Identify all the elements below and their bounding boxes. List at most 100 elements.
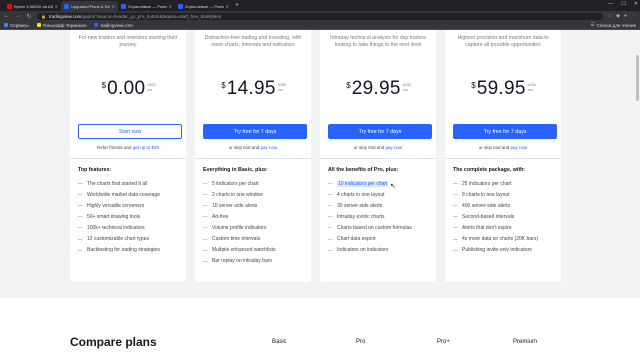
check-icon: — (328, 203, 333, 209)
forward-icon[interactable]: → (15, 13, 21, 19)
check-icon: — (453, 181, 458, 187)
try-free-button[interactable]: Try free for 7 days (453, 124, 557, 139)
features-list: — The charts that started it all — Worldwi… (78, 178, 182, 256)
check-icon: — (453, 225, 458, 231)
pay-now-link[interactable]: pay now (261, 145, 278, 150)
check-icon: — (78, 192, 83, 198)
back-icon[interactable]: ← (4, 13, 10, 19)
bookmark-tradingview[interactable]: tradingview.com (94, 23, 133, 28)
feature-item: — Second-based intervals (453, 213, 515, 220)
feature-item: — Multiple enhanced watchlists (203, 247, 276, 254)
check-icon: — (328, 225, 333, 231)
features-title: Everything in Basic, plus: (203, 167, 268, 173)
tradingview-icon (64, 3, 69, 9)
feature-item: —2 charts in one window (203, 191, 263, 198)
check-icon: — (203, 192, 208, 198)
try-free-button[interactable]: Try free for 7 days (203, 124, 307, 139)
browser-toolbar: ← → ↻ 🔒 tradingview.com/gopro/?source=he… (0, 11, 640, 21)
bookmark-tinkoff[interactable]: Тинькофф Терминал (36, 23, 86, 28)
star-icon[interactable]: ☆ (608, 13, 612, 19)
feature-item: —50+ smart drawing tools (78, 213, 141, 220)
reload-icon[interactable]: ↻ (26, 13, 32, 20)
feature-item: — Alerts that don't expire (453, 224, 512, 231)
check-icon: — (203, 203, 208, 209)
maximize-icon[interactable]: ☐ (621, 1, 625, 7)
plan-subtext: or skip trial and pay now (353, 145, 403, 150)
tab-title: Upgraded Plans & Extra Featur… (71, 3, 110, 9)
check-icon: — (78, 225, 83, 231)
compare-col-basic: Basic (272, 339, 287, 345)
compare-col-pro-plus: Pro+ (437, 339, 450, 345)
youtube-icon (7, 3, 12, 9)
divider (445, 158, 561, 159)
tab-title: Ryzen 5 5600X на ASUS Z170 … (14, 3, 53, 9)
mouse-cursor-icon: ↖ (390, 183, 396, 190)
features-title: All the benefits of Pro, plus: (328, 167, 399, 173)
page-scrollbar[interactable] (636, 31, 639, 359)
features-list: —25 indicators per chart —8 charts in on… (453, 178, 557, 256)
check-icon: — (78, 236, 83, 242)
plan-description: Distraction-free trading and investing, … (204, 35, 302, 48)
reading-list[interactable]: ☰ Список для чтения (590, 22, 636, 28)
browser-tab[interactable]: Отраслевые — Рынок акций — ЕС ✕ (175, 1, 232, 11)
plan-description: Highest precision and maximum data to ca… (457, 35, 549, 48)
bookmark-services[interactable]: Сервисы (4, 23, 29, 28)
check-icon: — (203, 258, 208, 264)
bookmarks-bar: Сервисы Тинькофф Терминал tradingview.co… (0, 21, 640, 30)
menu-icon[interactable]: ⋮ (631, 13, 636, 19)
feature-item: —4 charts in one layout (328, 191, 385, 198)
close-icon[interactable]: ✕ (226, 4, 229, 9)
check-icon: — (203, 225, 208, 231)
divider (70, 158, 186, 159)
plan-price: $ 59.95 USD/ mo (471, 78, 537, 99)
check-icon: — (328, 236, 333, 242)
profile-icon[interactable]: ● (624, 13, 627, 19)
features-title: Top features: (78, 167, 112, 173)
feature-item: — Worldwide market data coverage (78, 191, 160, 198)
check-icon: — (78, 247, 83, 253)
pay-now-link[interactable]: pay now (511, 145, 528, 150)
browser-tab[interactable]: Отраслевые — Рынок акций — ЕС ✕ (118, 1, 175, 11)
apps-icon (4, 23, 8, 27)
tab-title: Отраслевые — Рынок акций — ЕС (128, 3, 167, 9)
referral-link[interactable]: get up to $30 (133, 145, 159, 150)
close-icon[interactable]: ✕ (112, 4, 115, 9)
check-icon: — (328, 247, 333, 253)
feature-item: —100k+ technical indicators (78, 224, 145, 231)
new-tab-icon[interactable]: + (235, 1, 239, 11)
minimize-icon[interactable]: — (608, 1, 613, 7)
tab-title: Отраслевые — Рынок акций — ЕС (185, 3, 224, 9)
lock-icon: 🔒 (41, 13, 46, 19)
tradingview-icon (121, 3, 126, 9)
plan-card-pro-plus: Intraday technical analysis for day trad… (320, 30, 436, 282)
feature-item: — Backtesting for trading strategies (78, 247, 160, 254)
plan-description: Intraday technical analysis for day trad… (330, 35, 426, 48)
divider (320, 158, 436, 159)
plan-subtext: Refer friends and get up to $30 (96, 145, 160, 150)
check-icon: — (453, 214, 458, 220)
check-icon: — (203, 181, 208, 187)
feature-item: — Highly versatile screeners (78, 202, 145, 209)
check-icon: — (78, 203, 83, 209)
toolbar-actions: ☆ ◆ ● ⋮ (608, 13, 636, 19)
close-icon[interactable]: ✕ (169, 4, 172, 9)
feature-item: — Volume profile indicators (203, 224, 267, 231)
start-now-button[interactable]: Start now (78, 124, 182, 139)
compare-col-premium: Premium (513, 339, 538, 345)
compare-section (0, 298, 640, 360)
browser-tab-active[interactable]: Upgraded Plans & Extra Featur… ✕ (61, 1, 118, 11)
feature-item: — The charts that started it all (78, 180, 148, 187)
extensions-icon[interactable]: ◆ (616, 13, 620, 19)
try-free-button[interactable]: Try free for 7 days (328, 124, 432, 139)
tinkoff-icon (36, 23, 41, 27)
close-window-icon[interactable]: ✕ (634, 1, 638, 7)
address-bar[interactable]: 🔒 tradingview.com/gopro/?source=header_g… (37, 12, 603, 20)
scrollbar-thumb[interactable] (636, 55, 639, 101)
browser-tab[interactable]: Ryzen 5 5600X на ASUS Z170 … ✕ (4, 1, 61, 11)
check-icon: — (203, 214, 208, 220)
features-title: The complete package, with: (453, 167, 526, 173)
check-icon: — (203, 236, 208, 242)
compare-plans-title: Compare plans (70, 335, 157, 349)
pay-now-link[interactable]: pay now (386, 145, 403, 150)
close-icon[interactable]: ✕ (55, 4, 58, 9)
